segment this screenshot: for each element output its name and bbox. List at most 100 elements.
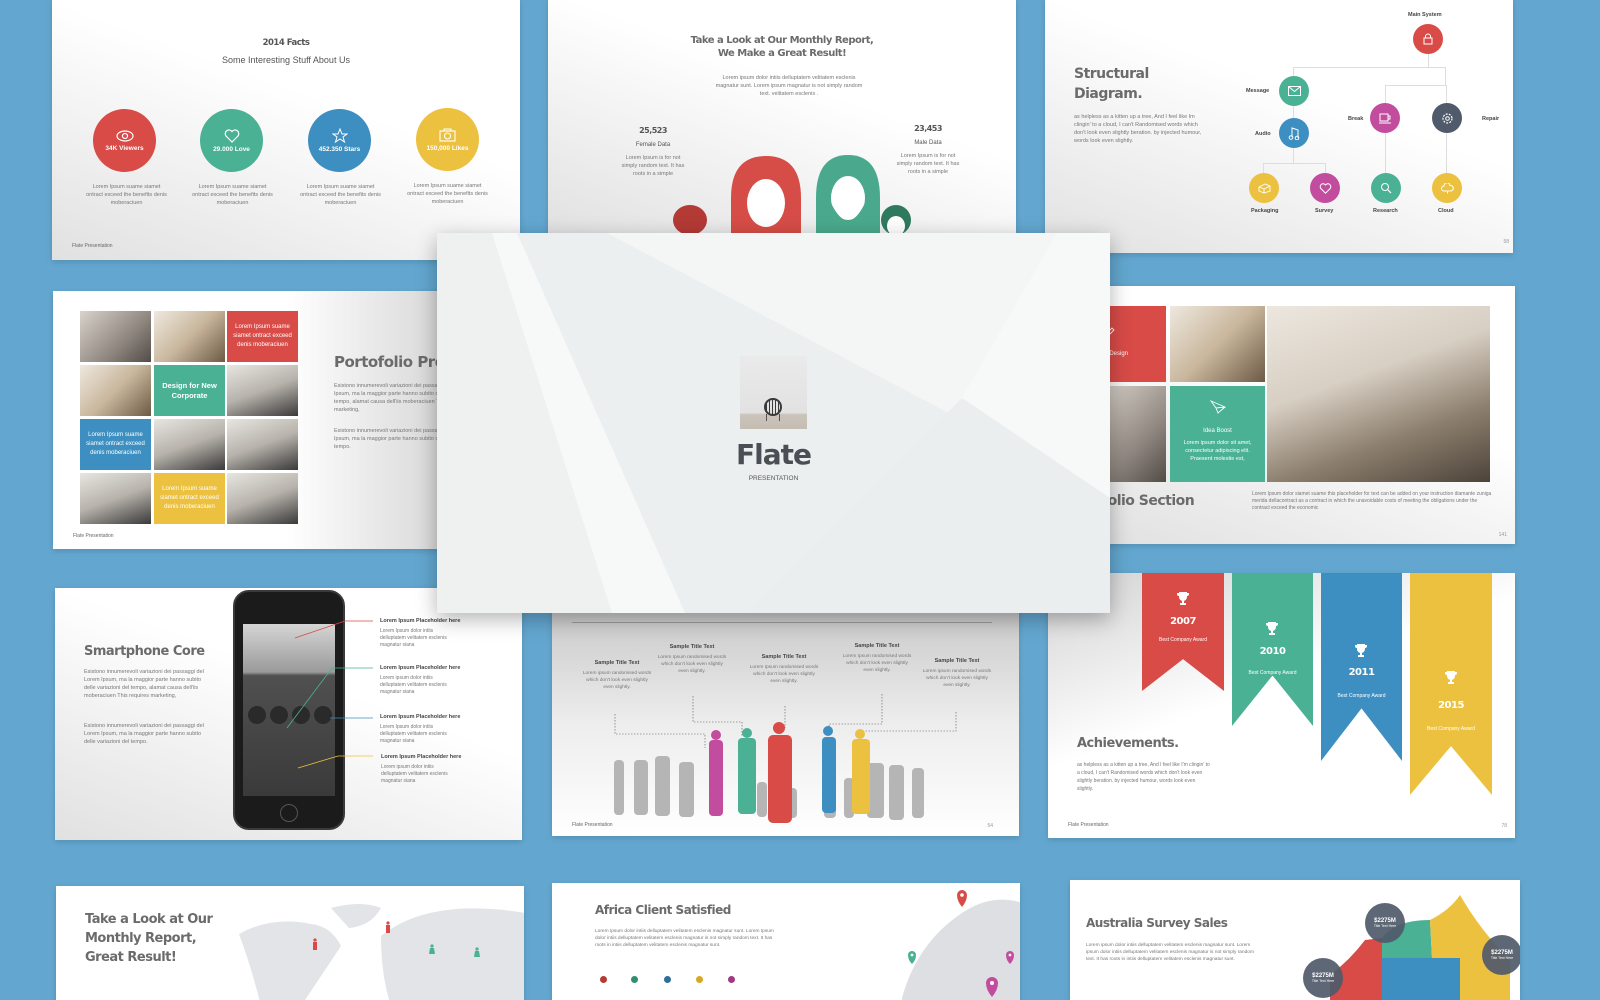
connector [1385, 133, 1386, 175]
connector [1446, 133, 1447, 175]
australia-body: Lorem ipsum dolor intiis delluptatem vel… [1086, 943, 1254, 962]
highlighted-person-green [738, 728, 756, 814]
callout-line-yellow [297, 755, 373, 769]
sales-bubble-3-label: Title Text Here [1311, 979, 1335, 983]
award-year-2007: 2007 [1170, 616, 1196, 627]
slide-world-report[interactable]: Take a Look at Our Monthly Report, Great… [56, 886, 524, 1000]
slide-cover[interactable]: Flate PRESENTATION [437, 233, 1110, 613]
connector [1385, 85, 1386, 105]
node-main-system[interactable] [1413, 24, 1443, 54]
fact-love-circle: 29.000 Love [200, 109, 263, 172]
structural-title-line2: Diagram. [1074, 86, 1143, 102]
slide-structural-diagram[interactable]: Structural Diagram. as helpless as a kit… [1045, 0, 1513, 253]
map-greenland [331, 904, 381, 928]
camera-icon [439, 128, 456, 142]
fact-likes-circle: 150,000 Likes [416, 108, 479, 171]
sales-bubble-3: $2275M Title Text Here [1303, 958, 1343, 998]
slide-achievements[interactable]: 2007 Best Company Award 2010 Best Compan… [1048, 573, 1515, 838]
fact-likes-desc: Lorem Ipsum suame siamet ontract exceed … [407, 183, 488, 205]
award-ribbon-2010: 2010 Best Company Award [1232, 573, 1313, 726]
award-label-2007: Best Company Award [1159, 637, 1207, 643]
world-title-line2: Monthly Report, [85, 931, 197, 946]
world-map [239, 904, 524, 1000]
person-marker-red [386, 921, 390, 933]
world-title-line1: Take a Look at Our [85, 912, 213, 927]
slide-australia-sales[interactable]: Australia Survey Sales Lorem ipsum dolor… [1070, 880, 1520, 1000]
node-message[interactable] [1279, 76, 1309, 106]
photo-office-laptop [227, 365, 298, 416]
portfolio-pro-para1: Esistono innumerevoli variazioni dei pas… [334, 383, 443, 413]
structural-title-line1: Structural [1074, 66, 1149, 82]
woman-face [747, 179, 785, 227]
photo-office-walking [154, 419, 225, 470]
award-year-2015: 2015 [1438, 700, 1464, 711]
world-title-line3: Great Result! [85, 950, 177, 965]
structural-body: as helpless as a kitten up a tree, And I… [1074, 114, 1202, 144]
award-label-2011: Best Company Award [1337, 693, 1386, 699]
photo-office-team [1267, 306, 1490, 482]
award-year-2010: 2010 [1259, 646, 1286, 657]
node-message-label: Message [1246, 88, 1270, 94]
tile-yellow: Lorem Ipsum suame siamet ontract exceed … [154, 473, 225, 524]
portfolio-section-title: folio Section [1102, 493, 1195, 509]
highlighted-person-red [768, 722, 792, 823]
node-break[interactable] [1370, 103, 1400, 133]
map-eurasia [381, 908, 524, 1000]
node-main-label: Main System [1408, 12, 1442, 18]
legend-dot-green [631, 976, 638, 983]
slide-portfolio-section[interactable]: hic Design Idea Boost Lorem ipsum dolor … [1100, 286, 1515, 544]
award-label-2015: Best Company Award [1427, 726, 1475, 732]
slide-footer: Flate Presentation [572, 822, 613, 828]
slide-team[interactable]: Sample Title Text Lorem ipsum randomised… [552, 610, 1019, 836]
node-survey[interactable] [1310, 173, 1340, 203]
callout-2-body: Lorem ipsum dolor intiis delluptatem vel… [380, 675, 447, 695]
cover-subtitle: PRESENTATION [748, 475, 799, 482]
legend-dot-yellow [696, 976, 703, 983]
fact-love-label: 29.000 Love [213, 145, 250, 153]
callout-1-body: Lorem Ipsum dolor intiis delluptatem vel… [380, 628, 447, 648]
slide-portfolio-pro[interactable]: Lorem Ipsum suame siamet ontract exceed … [53, 291, 443, 549]
envelope-icon [1287, 86, 1301, 96]
trophy-icon [1266, 622, 1278, 635]
highlighted-person-magenta [709, 730, 723, 816]
slide-monthly-report[interactable]: Take a Look at Our Monthly Report, We Ma… [548, 0, 1016, 235]
cover-title: Flate [736, 438, 812, 471]
legend-dot-magenta [728, 976, 735, 983]
fact-viewers-circle: 34K Viewers [93, 109, 156, 172]
award-ribbon-2007: 2007 Best Company Award [1142, 573, 1224, 691]
sales-bubble-1-label: Title Text Here [1373, 924, 1397, 928]
cloud-icon [1440, 182, 1454, 193]
slide-africa-clients[interactable]: Africa Client Satisfied Lorem Ipsum dolo… [552, 883, 1020, 1000]
family-illustration [673, 155, 911, 235]
sales-bubble-1: $2275M Title Text Here [1365, 903, 1405, 943]
slide-facts[interactable]: 2014 Facts Some Interesting Stuff About … [52, 0, 520, 260]
fact-love-desc: Lorem Ipsum suame siamet ontract exceed … [192, 184, 273, 206]
tile-idea-boost: Idea Boost Lorem ipsum dolor sit amet, c… [1170, 386, 1265, 482]
music-note-icon [1288, 127, 1300, 140]
slide-smartphone-core[interactable]: Smartphone Core Esistono innumerevoli va… [55, 588, 522, 840]
node-packaging[interactable] [1249, 173, 1279, 203]
team-illustration [614, 694, 957, 823]
photo-office-standing [227, 473, 298, 524]
node-research[interactable] [1371, 173, 1401, 203]
callout-line-green [286, 667, 373, 729]
fact-viewers-label: 34K Viewers [105, 144, 144, 152]
callout-line-red [294, 620, 373, 639]
europe-map [902, 890, 1020, 1000]
achievements-title: Achievements. [1077, 736, 1179, 751]
connector [1293, 67, 1446, 68]
connector [1263, 163, 1325, 164]
idea-boost-body: Lorem ipsum dolor sit amet, consectetur … [1183, 440, 1252, 462]
lock-icon [1423, 33, 1433, 45]
fact-stars-label: 452.350 Stars [318, 146, 361, 153]
connector [1293, 146, 1294, 164]
legend-dot-blue [664, 976, 671, 983]
node-repair[interactable] [1432, 103, 1462, 133]
africa-title: Africa Client Satisfied [595, 903, 731, 917]
star-icon [331, 128, 348, 143]
node-audio[interactable] [1279, 118, 1309, 148]
node-cloud[interactable] [1432, 173, 1462, 203]
slide-footer: Flate Presentation [1068, 822, 1109, 828]
map-scandinavia [902, 899, 1020, 1000]
achievements-body: as helpless as a kitten up a tree, And I… [1077, 762, 1210, 792]
